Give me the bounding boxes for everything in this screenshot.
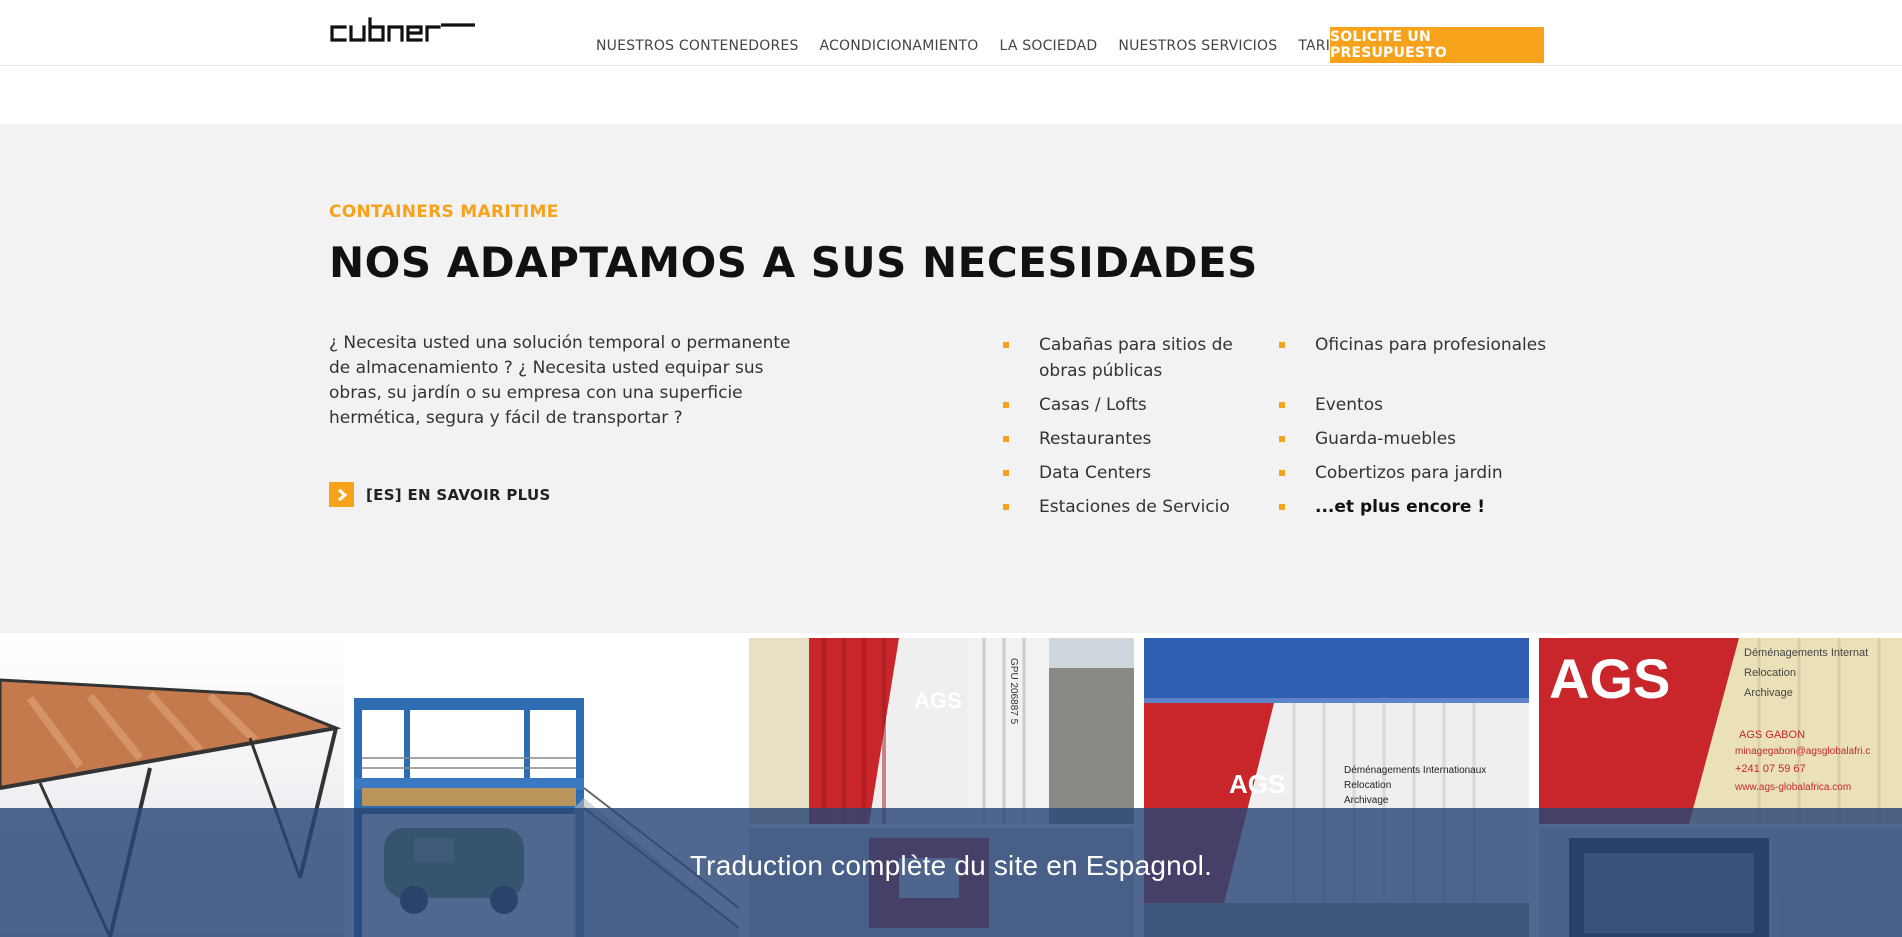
list-item: Restaurantes <box>1003 426 1273 452</box>
uses-list-column-1: Cabañas para sitios de obras públicas Ca… <box>1003 332 1273 528</box>
container-text-line: Relocation <box>1344 780 1391 791</box>
section-headline: NOS ADAPTAMOS A SUS NECESIDADES <box>329 238 1258 287</box>
bullet-icon <box>1279 436 1285 442</box>
list-item: Oficinas para profesionales <box>1279 332 1579 358</box>
bullet-icon <box>1003 436 1009 442</box>
nav-item-acondicionamiento[interactable]: ACONDICIONAMIENTO <box>820 38 979 54</box>
section-eyebrow: CONTAINERS MARITIME <box>329 202 559 222</box>
container-text-line: www.ags-globalafrica.com <box>1734 782 1851 793</box>
container-text-line: Relocation <box>1744 667 1796 679</box>
main-nav: NUESTROS CONTENEDORES ACONDICIONAMIENTO … <box>596 38 1377 54</box>
bullet-icon <box>1279 470 1285 476</box>
ags-brand-text: AGS <box>1549 647 1670 710</box>
quote-request-button[interactable]: SOLICITE UN PRESUPUESTO <box>1330 27 1544 63</box>
bullet-icon <box>1279 402 1285 408</box>
cubner-logo[interactable] <box>329 17 477 43</box>
container-text-line: Déménagements Internat <box>1744 647 1868 659</box>
ags-brand-text: AGS <box>1229 769 1285 799</box>
site-header: NUESTROS CONTENEDORES ACONDICIONAMIENTO … <box>0 0 1902 66</box>
container-text-line: minagegabon@agsglobalafri.c <box>1735 746 1870 757</box>
gallery-image-ags-container-1[interactable]: AGS GPU 206887 5 <box>749 638 1134 824</box>
bullet-icon <box>1003 470 1009 476</box>
container-code-text: GPU 206887 5 <box>1008 658 1019 725</box>
bullet-icon <box>1279 504 1285 510</box>
read-more-label: [ES] EN SAVOIR PLUS <box>366 485 551 504</box>
nav-item-sociedad[interactable]: LA SOCIEDAD <box>1000 38 1098 54</box>
bullet-icon <box>1279 342 1285 348</box>
bullet-icon <box>1003 342 1009 348</box>
list-item: Cobertizos para jardin <box>1279 460 1579 486</box>
uses-list-column-2: Oficinas para profesionales Eventos Guar… <box>1279 332 1579 528</box>
bullet-icon <box>1003 504 1009 510</box>
read-more-link[interactable]: [ES] EN SAVOIR PLUS <box>329 482 551 507</box>
banner-text: Traduction complète du site en Espagnol. <box>689 849 1213 881</box>
gallery-image-ags-container-3[interactable]: AGS Déménagements Internat Relocation Ar… <box>1539 638 1902 824</box>
translation-banner: Traduction complète du site en Espagnol. <box>0 808 1902 937</box>
needs-section: CONTAINERS MARITIME NOS ADAPTAMOS A SUS … <box>0 124 1902 633</box>
list-item: Estaciones de Servicio <box>1003 494 1273 520</box>
chevron-right-icon <box>329 482 354 507</box>
container-text-line: Archivage <box>1744 687 1793 699</box>
section-intro: ¿ Necesita usted una solución temporal o… <box>329 333 791 428</box>
container-text-line: Déménagements Internationaux <box>1344 765 1486 776</box>
nav-item-contenedores[interactable]: NUESTROS CONTENEDORES <box>596 38 799 54</box>
container-text-line: Archivage <box>1344 795 1389 806</box>
page: NUESTROS CONTENEDORES ACONDICIONAMIENTO … <box>0 0 1902 937</box>
list-item: Cabañas para sitios de obras públicas <box>1003 332 1273 384</box>
list-item: Eventos <box>1279 392 1579 418</box>
container-text-line: +241 07 59 67 <box>1735 763 1806 775</box>
container-text-line: AGS GABON <box>1739 729 1805 741</box>
list-item: Guarda-muebles <box>1279 426 1579 452</box>
list-item: Casas / Lofts <box>1003 392 1273 418</box>
list-item: ...et plus encore ! <box>1279 494 1579 520</box>
list-item: Data Centers <box>1003 460 1273 486</box>
nav-item-servicios[interactable]: NUESTROS SERVICIOS <box>1118 38 1277 54</box>
bullet-icon <box>1003 402 1009 408</box>
ags-brand-text: AGS <box>914 688 962 713</box>
